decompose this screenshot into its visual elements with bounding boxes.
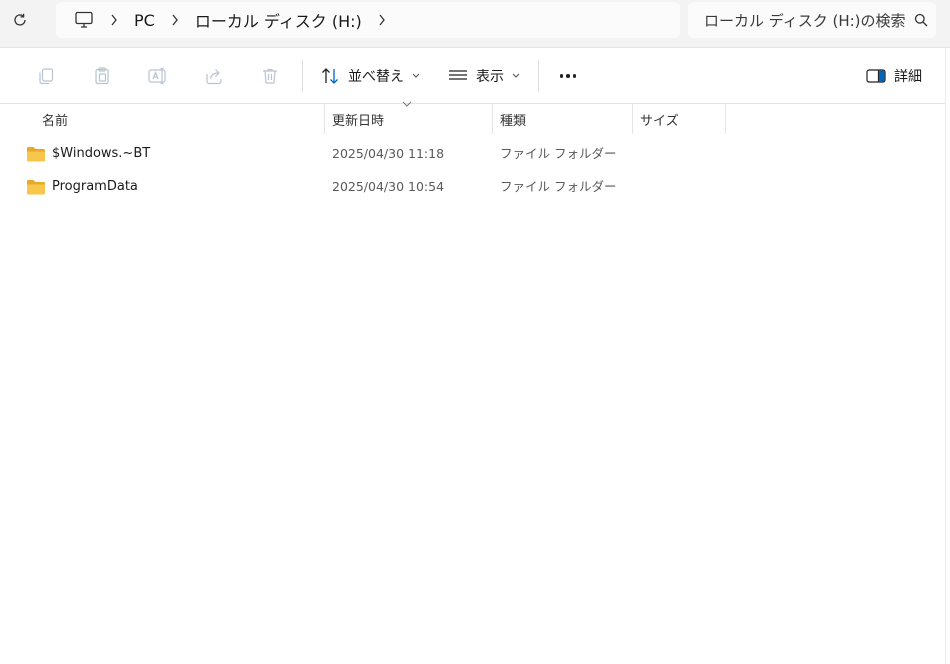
chevron-right-icon	[111, 14, 117, 26]
computer-icon	[75, 11, 93, 28]
sort-label: 並べ替え	[348, 69, 404, 85]
more-options-icon[interactable]	[556, 66, 580, 86]
refresh-icon	[14, 13, 26, 26]
copy-button[interactable]	[34, 64, 58, 88]
chevron-right-icon	[172, 14, 178, 26]
column-header-size-label: サイズ	[640, 113, 679, 129]
toolbar-divider	[302, 60, 303, 92]
column-header-type-label: 種類	[500, 113, 527, 129]
file-date: 2025/04/30 10:54	[332, 179, 445, 194]
delete-icon	[263, 68, 277, 84]
file-row[interactable]: $Windows.~BT 2025/04/30 11:18 ファイル フォルダー	[20, 138, 930, 170]
search-box[interactable]: ローカル ディスク (H:)の検索	[688, 2, 936, 38]
file-row[interactable]: ProgramData 2025/04/30 10:54 ファイル フォルダー	[20, 171, 930, 203]
paste-button[interactable]	[90, 64, 114, 88]
chevron-down-icon	[412, 73, 420, 78]
share-icon	[206, 69, 222, 85]
file-name: $Windows.~BT	[52, 146, 151, 161]
details-pane-icon	[866, 69, 886, 83]
column-header-name-label: 名前	[42, 113, 69, 129]
file-type: ファイル フォルダー	[500, 179, 617, 194]
sort-indicator-icon	[402, 101, 412, 107]
breadcrumb-separator[interactable]	[368, 14, 396, 26]
paste-icon	[95, 67, 109, 85]
command-bar: 並べ替え 表示 詳細	[0, 48, 950, 104]
rename-button[interactable]	[146, 64, 170, 88]
file-name: ProgramData	[52, 179, 138, 194]
folder-icon	[27, 147, 45, 162]
details-pane-button[interactable]: 詳細	[866, 62, 922, 90]
file-date: 2025/04/30 11:18	[332, 146, 445, 161]
column-header-name[interactable]: 名前	[34, 104, 324, 134]
breadcrumb-separator[interactable]	[100, 14, 128, 26]
column-header-size[interactable]: サイズ	[632, 104, 725, 134]
details-label: 詳細	[894, 69, 922, 85]
copy-icon	[39, 68, 54, 85]
chevron-down-icon	[512, 73, 520, 78]
column-headers: 名前 更新日時 種類 サイズ	[0, 104, 950, 134]
file-type: ファイル フォルダー	[500, 146, 617, 161]
address-toolbar: PC ローカル ディスク (H:) ローカル ディスク (H:)の検索	[0, 0, 950, 48]
delete-button[interactable]	[258, 64, 282, 88]
breadcrumb-separator[interactable]	[161, 14, 189, 26]
rename-icon	[148, 67, 166, 85]
refresh-button[interactable]	[8, 8, 32, 32]
column-header-date-label: 更新日時	[332, 113, 385, 129]
search-button[interactable]	[906, 13, 936, 27]
column-header-date[interactable]: 更新日時	[324, 104, 492, 134]
view-list-icon	[449, 70, 467, 80]
column-header-type[interactable]: 種類	[492, 104, 632, 134]
sort-icon	[322, 68, 338, 84]
chevron-right-icon	[379, 14, 385, 26]
window-edge	[945, 48, 950, 664]
address-bar[interactable]: PC ローカル ディスク (H:)	[56, 2, 680, 38]
sort-button[interactable]: 並べ替え	[320, 62, 420, 90]
computer-crumb[interactable]	[68, 2, 100, 38]
column-divider[interactable]	[725, 104, 726, 134]
breadcrumb-item-local-disk[interactable]: ローカル ディスク (H:)	[189, 2, 368, 38]
view-button[interactable]: 表示	[448, 62, 520, 90]
breadcrumb-item-pc[interactable]: PC	[128, 2, 161, 38]
view-label: 表示	[476, 69, 504, 85]
search-input[interactable]: ローカル ディスク (H:)の検索	[704, 10, 906, 31]
share-button[interactable]	[202, 64, 226, 88]
toolbar-divider	[538, 60, 539, 92]
folder-icon	[27, 180, 45, 195]
search-icon	[914, 13, 928, 27]
